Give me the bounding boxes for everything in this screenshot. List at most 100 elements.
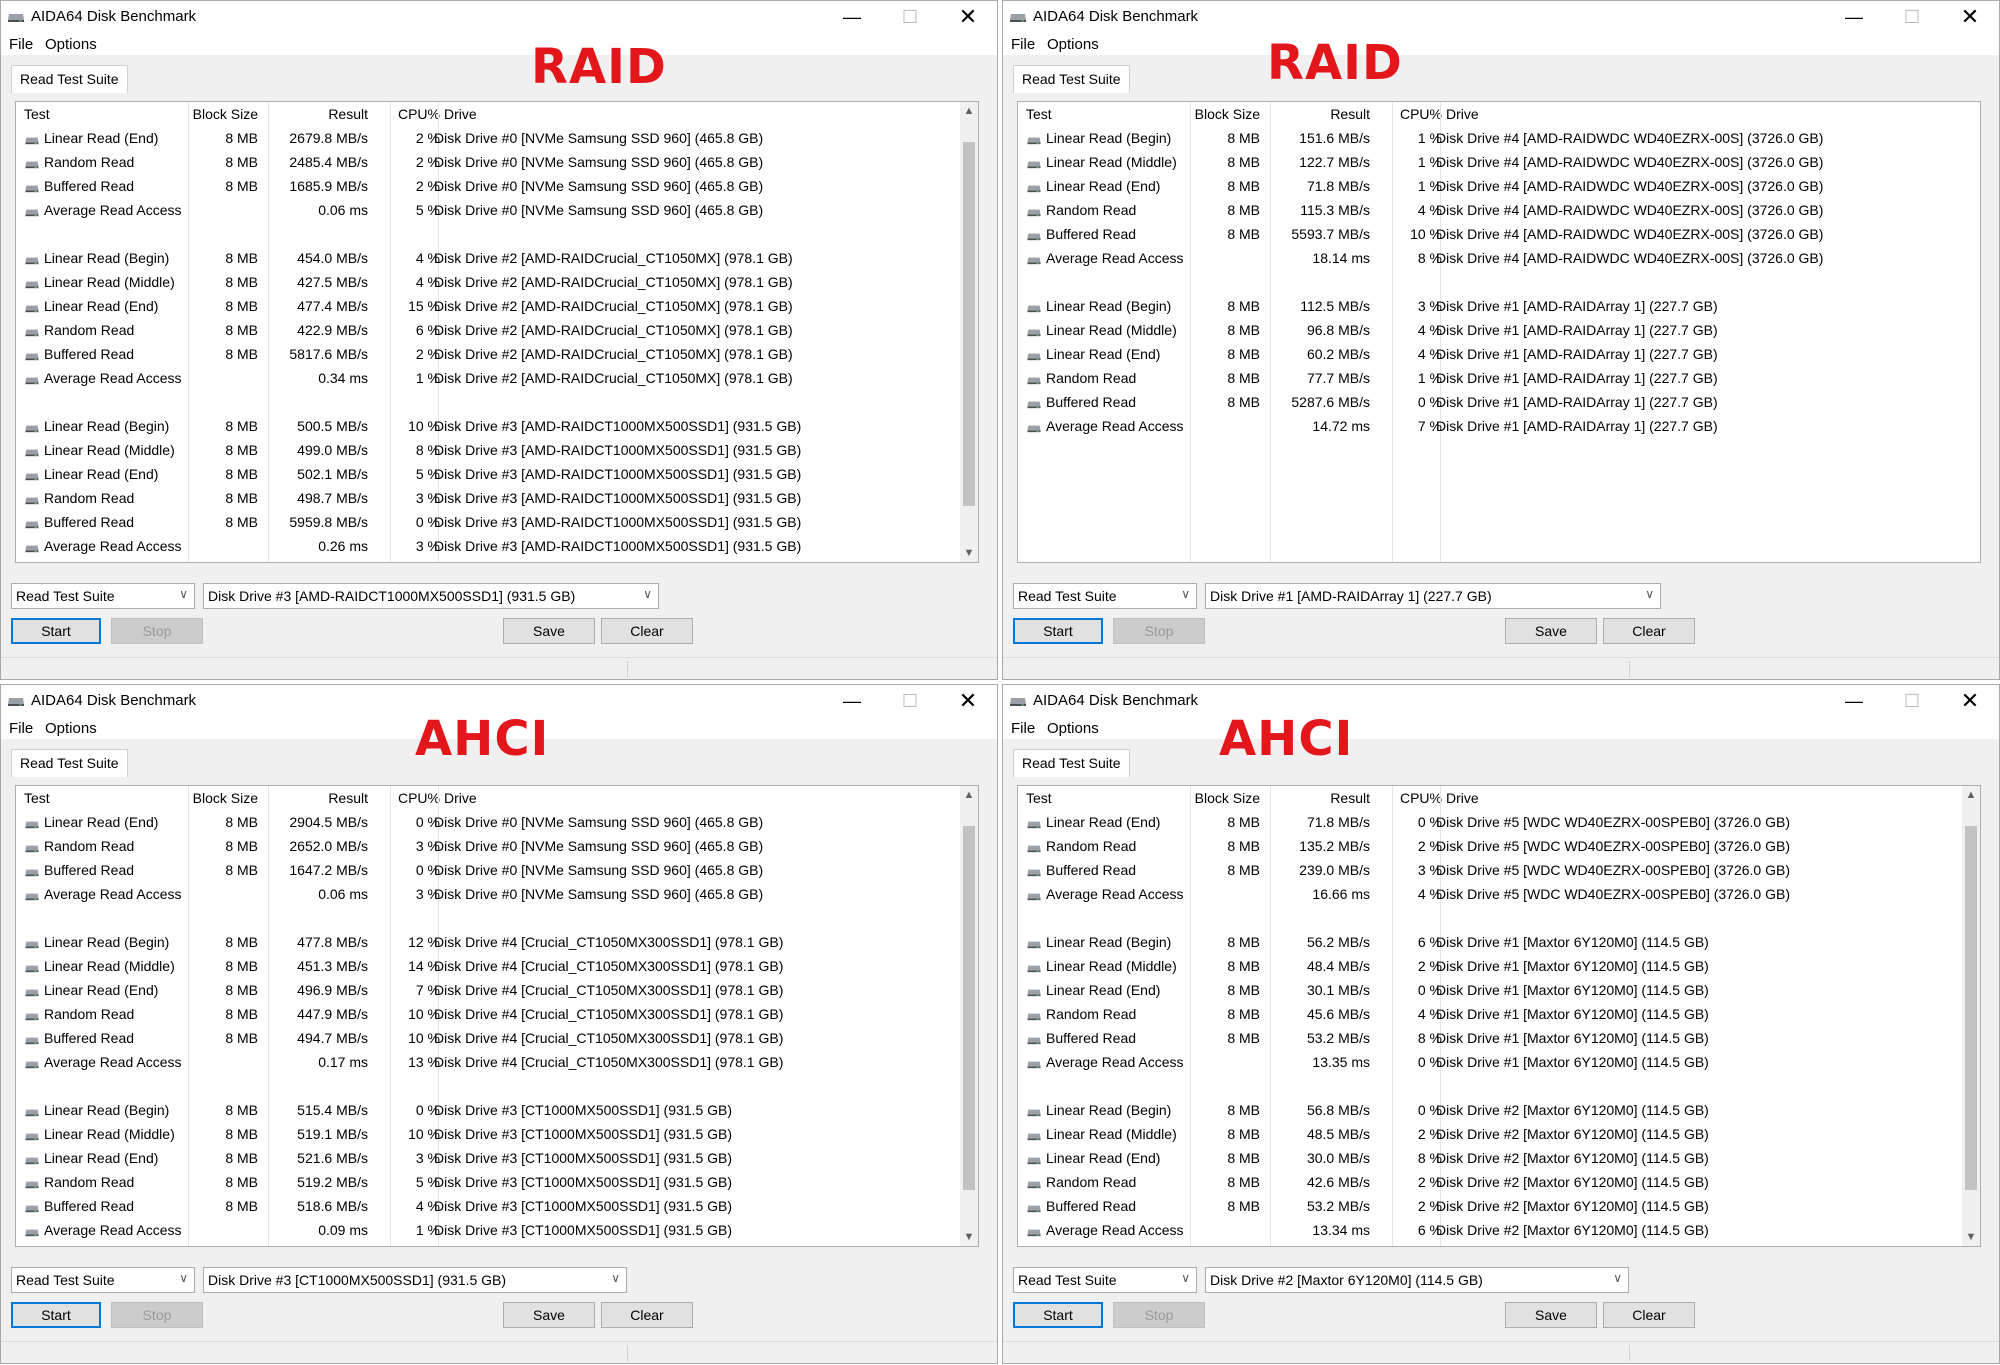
table-row[interactable]: Buffered Read 8 MB 1685.9 MB/s 2 % Disk Driv… <box>16 174 978 198</box>
menu-file[interactable]: File <box>1011 36 1035 53</box>
scroll-up-icon[interactable]: ▲ <box>960 786 978 804</box>
table-row[interactable]: Random Read 8 MB 447.9 MB/s 10 % Disk Drive … <box>16 1002 978 1026</box>
table-row[interactable]: Average Read Access 0.09 ms 1 % Disk Drive … <box>16 1218 978 1242</box>
table-row[interactable]: Buffered Read 8 MB 53.2 MB/s 2 % Disk Drive … <box>1018 1194 1980 1218</box>
table-row[interactable]: Linear Read (End) 8 MB 71.8 MB/s 0 % Disk Dr… <box>1018 810 1980 834</box>
table-row[interactable]: Average Read Access 0.34 ms 1 % Disk Drive … <box>16 366 978 390</box>
table-row[interactable]: Linear Read (Begin) 8 MB 477.8 MB/s 12 % Dis… <box>16 930 978 954</box>
table-row[interactable]: Average Read Access 0.06 ms 3 % Disk Drive … <box>16 882 978 906</box>
table-row[interactable]: Linear Read (Middle) 8 MB 427.5 MB/s 4 % Dis… <box>16 270 978 294</box>
table-row[interactable]: Linear Read (Begin) 8 MB 112.5 MB/s 3 % Disk… <box>1018 294 1980 318</box>
table-row[interactable]: Buffered Read 8 MB 5593.7 MB/s 10 % Disk Dri… <box>1018 222 1980 246</box>
maximize-icon[interactable]: ☐ <box>1883 685 1941 717</box>
table-row[interactable]: Buffered Read 8 MB 5959.8 MB/s 0 % Disk Driv… <box>16 510 978 534</box>
table-row[interactable]: Linear Read (Begin) 8 MB 500.5 MB/s 10 % Dis… <box>16 414 978 438</box>
close-icon[interactable]: ✕ <box>939 685 997 717</box>
scroll-thumb[interactable] <box>963 142 975 506</box>
table-row[interactable]: Linear Read (Begin) 8 MB 454.0 MB/s 4 % Disk… <box>16 246 978 270</box>
menu-options[interactable]: Options <box>1047 36 1099 53</box>
table-row[interactable]: Linear Read (End) 8 MB 521.6 MB/s 3 % Disk D… <box>16 1146 978 1170</box>
table-row[interactable]: Random Read 8 MB 42.6 MB/s 2 % Disk Drive #2… <box>1018 1170 1980 1194</box>
clear-button[interactable]: Clear <box>601 618 693 644</box>
table-row[interactable]: Linear Read (Middle) 8 MB 499.0 MB/s 8 % Dis… <box>16 438 978 462</box>
table-row[interactable]: Buffered Read 8 MB 1647.2 MB/s 0 % Disk Driv… <box>16 858 978 882</box>
results-list[interactable]: Test Block Size Result CPU% Drive Linear Read… <box>1017 101 1981 563</box>
table-row[interactable]: Linear Read (End) 8 MB 71.8 MB/s 1 % Disk Dr… <box>1018 174 1980 198</box>
tab-read-test-suite[interactable]: Read Test Suite <box>1013 65 1130 93</box>
menu-options[interactable]: Options <box>1047 720 1099 737</box>
table-row[interactable]: Linear Read (Middle) 8 MB 519.1 MB/s 10 % Di… <box>16 1122 978 1146</box>
table-row[interactable]: Buffered Read 8 MB 518.6 MB/s 4 % Disk Drive… <box>16 1194 978 1218</box>
maximize-icon[interactable]: ☐ <box>881 685 939 717</box>
table-row[interactable]: Buffered Read 8 MB 239.0 MB/s 3 % Disk Drive… <box>1018 858 1980 882</box>
col-cpu-header[interactable]: CPU% <box>1392 106 1442 122</box>
tab-read-test-suite[interactable]: Read Test Suite <box>1013 749 1130 777</box>
table-row[interactable]: Linear Read (Begin) 8 MB 56.2 MB/s 6 % Disk … <box>1018 930 1980 954</box>
table-row[interactable]: Random Read 8 MB 135.2 MB/s 2 % Disk Drive #… <box>1018 834 1980 858</box>
table-row[interactable]: Average Read Access 0.17 ms 13 % Disk Drive… <box>16 1050 978 1074</box>
save-button[interactable]: Save <box>1505 618 1597 644</box>
drive-select[interactable]: Disk Drive #3 [CT1000MX500SSD1] (931.5 G… <box>203 1267 627 1293</box>
table-row[interactable]: Buffered Read 8 MB 53.2 MB/s 8 % Disk Drive … <box>1018 1026 1980 1050</box>
close-icon[interactable]: ✕ <box>939 1 997 33</box>
table-row[interactable]: Average Read Access 13.34 ms 6 % Disk Drive… <box>1018 1218 1980 1242</box>
table-row[interactable]: Linear Read (End) 8 MB 477.4 MB/s 15 % Disk … <box>16 294 978 318</box>
table-row[interactable]: Random Read 8 MB 498.7 MB/s 3 % Disk Drive #… <box>16 486 978 510</box>
results-list[interactable]: Test Block Size Result CPU% Drive Linear Read… <box>15 785 979 1247</box>
save-button[interactable]: Save <box>503 618 595 644</box>
maximize-icon[interactable]: ☐ <box>1883 1 1941 33</box>
table-row[interactable]: Average Read Access 13.35 ms 0 % Disk Drive… <box>1018 1050 1980 1074</box>
save-button[interactable]: Save <box>1505 1302 1597 1328</box>
table-row[interactable]: Random Read 8 MB 77.7 MB/s 1 % Disk Drive #1… <box>1018 366 1980 390</box>
table-row[interactable]: Average Read Access 0.26 ms 3 % Disk Drive … <box>16 534 978 558</box>
stop-button[interactable]: Stop <box>111 618 203 644</box>
col-cpu-header[interactable]: CPU% <box>1392 790 1442 806</box>
start-button[interactable]: Start <box>1013 1302 1103 1328</box>
table-row[interactable]: Linear Read (End) 8 MB 2904.5 MB/s 0 % Disk … <box>16 810 978 834</box>
col-cpu-header[interactable]: CPU% <box>390 790 440 806</box>
minimize-icon[interactable]: — <box>823 1 881 33</box>
scroll-down-icon[interactable]: ▼ <box>1962 1228 1980 1246</box>
table-row[interactable]: Linear Read (End) 8 MB 60.2 MB/s 4 % Disk Dr… <box>1018 342 1980 366</box>
suite-select[interactable]: Read Test Suite ∨ <box>11 583 195 609</box>
table-row[interactable]: Random Read 8 MB 2485.4 MB/s 2 % Disk Drive … <box>16 150 978 174</box>
start-button[interactable]: Start <box>1013 618 1103 644</box>
table-row[interactable]: Linear Read (End) 8 MB 2679.8 MB/s 2 % Disk … <box>16 126 978 150</box>
col-drive-header[interactable]: Drive <box>1446 790 1479 806</box>
col-block-size-header[interactable]: Block Size <box>188 106 258 122</box>
col-drive-header[interactable]: Drive <box>444 790 477 806</box>
table-row[interactable]: Linear Read (Middle) 8 MB 48.4 MB/s 2 % Disk… <box>1018 954 1980 978</box>
table-row[interactable]: Random Read 8 MB 519.2 MB/s 5 % Disk Drive #… <box>16 1170 978 1194</box>
table-row[interactable]: Random Read 8 MB 422.9 MB/s 6 % Disk Drive #… <box>16 318 978 342</box>
table-row[interactable]: Buffered Read 8 MB 494.7 MB/s 10 % Disk Driv… <box>16 1026 978 1050</box>
col-drive-header[interactable]: Drive <box>444 106 477 122</box>
table-row[interactable]: Linear Read (End) 8 MB 502.1 MB/s 5 % Disk D… <box>16 462 978 486</box>
clear-button[interactable]: Clear <box>1603 618 1695 644</box>
tab-read-test-suite[interactable]: Read Test Suite <box>11 749 128 777</box>
start-button[interactable]: Start <box>11 618 101 644</box>
clear-button[interactable]: Clear <box>1603 1302 1695 1328</box>
table-row[interactable]: Linear Read (Begin) 8 MB 56.8 MB/s 0 % Disk … <box>1018 1098 1980 1122</box>
stop-button[interactable]: Stop <box>1113 618 1205 644</box>
table-row[interactable]: Linear Read (Begin) 8 MB 515.4 MB/s 0 % Disk… <box>16 1098 978 1122</box>
drive-select[interactable]: Disk Drive #1 [AMD-RAIDArray 1] (227.7 G… <box>1205 583 1661 609</box>
suite-select[interactable]: Read Test Suite ∨ <box>11 1267 195 1293</box>
table-row[interactable]: Average Read Access 18.14 ms 8 % Disk Drive… <box>1018 246 1980 270</box>
col-drive-header[interactable]: Drive <box>1446 106 1479 122</box>
table-row[interactable]: Average Read Access 14.72 ms 7 % Disk Drive… <box>1018 414 1980 438</box>
results-list[interactable]: Test Block Size Result CPU% Drive Linear Read… <box>15 101 979 563</box>
col-result-header[interactable]: Result <box>1270 790 1370 806</box>
vertical-scrollbar[interactable]: ▲ ▼ <box>960 102 978 562</box>
col-test-header[interactable]: Test <box>1026 106 1052 122</box>
scroll-thumb[interactable] <box>963 826 975 1190</box>
col-block-size-header[interactable]: Block Size <box>1190 106 1260 122</box>
start-button[interactable]: Start <box>11 1302 101 1328</box>
col-block-size-header[interactable]: Block Size <box>1190 790 1260 806</box>
table-row[interactable]: Linear Read (Middle) 8 MB 122.7 MB/s 1 % Dis… <box>1018 150 1980 174</box>
close-icon[interactable]: ✕ <box>1941 1 1999 33</box>
table-row[interactable]: Linear Read (Middle) 8 MB 96.8 MB/s 4 % Disk… <box>1018 318 1980 342</box>
table-row[interactable]: Buffered Read 8 MB 5817.6 MB/s 2 % Disk Driv… <box>16 342 978 366</box>
table-row[interactable]: Random Read 8 MB 2652.0 MB/s 3 % Disk Drive … <box>16 834 978 858</box>
suite-select[interactable]: Read Test Suite ∨ <box>1013 1267 1197 1293</box>
menu-file[interactable]: File <box>9 720 33 737</box>
